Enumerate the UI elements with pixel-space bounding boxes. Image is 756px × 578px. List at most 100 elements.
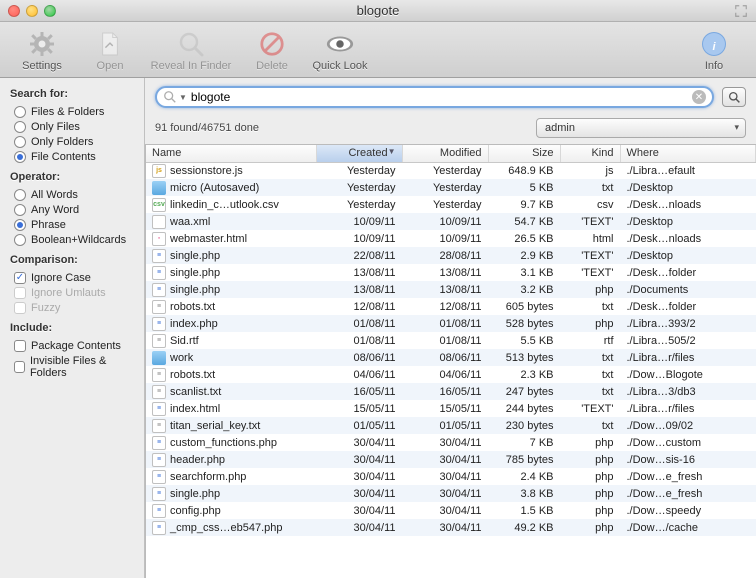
search-go-button[interactable] <box>722 87 746 107</box>
search-menu-arrow-icon[interactable]: ▼ <box>179 93 187 102</box>
cell-kind: txt <box>560 366 620 383</box>
quick-look-button[interactable]: Quick Look <box>308 26 372 76</box>
option-label: All Words <box>31 189 78 201</box>
option-label: Package Contents <box>31 340 121 352</box>
table-row[interactable]: ≡header.php30/04/1130/04/11785 bytesphp.… <box>146 451 756 468</box>
cell-size: 648.9 KB <box>488 162 560 179</box>
table-row[interactable]: ≡robots.txt12/08/1112/08/11605 bytestxt.… <box>146 298 756 315</box>
clear-search-button[interactable]: ✕ <box>692 90 706 104</box>
file-name: single.php <box>170 488 220 500</box>
cell-kind: php <box>560 434 620 451</box>
php-file-icon: ≡ <box>152 453 166 467</box>
table-row[interactable]: ≡single.php13/08/1113/08/113.2 KBphp./Do… <box>146 281 756 298</box>
table-row[interactable]: ≡Sid.rtf01/08/1101/08/115.5 KBrtf./Libra… <box>146 332 756 349</box>
include-option[interactable]: Package Contents <box>14 340 134 352</box>
operator-option[interactable]: Any Word <box>14 204 134 216</box>
cell-where: ./Desk…nloads <box>620 196 756 213</box>
zoom-window-button[interactable] <box>44 5 56 17</box>
cell-where: ./Libra…3/db3 <box>620 383 756 400</box>
search-for-option[interactable]: Only Files <box>14 121 134 133</box>
info-button[interactable]: i Info <box>682 26 746 76</box>
file-name: sessionstore.js <box>170 165 243 177</box>
checkbox-icon <box>14 287 26 299</box>
table-row[interactable]: ≡scanlist.txt16/05/1116/05/11247 bytestx… <box>146 383 756 400</box>
search-for-option[interactable]: Only Folders <box>14 136 134 148</box>
table-row[interactable]: ≡index.html15/05/1115/05/11244 bytes'TEX… <box>146 400 756 417</box>
operator-option[interactable]: All Words <box>14 189 134 201</box>
close-window-button[interactable] <box>8 5 20 17</box>
cell-size: 605 bytes <box>488 298 560 315</box>
cell-created: 22/08/11 <box>316 247 402 264</box>
search-for-option[interactable]: File Contents <box>14 151 134 163</box>
table-row[interactable]: ◦webmaster.html10/09/1110/09/1126.5 KBht… <box>146 230 756 247</box>
comparison-option[interactable]: ✓Ignore Case <box>14 272 134 284</box>
delete-button[interactable]: Delete <box>240 26 304 76</box>
operator-option[interactable]: Phrase <box>14 219 134 231</box>
reveal-in-finder-button[interactable]: Reveal In Finder <box>146 26 236 76</box>
column-header-where[interactable]: Where <box>620 145 756 162</box>
php-file-icon: ≡ <box>152 487 166 501</box>
operator-option[interactable]: Boolean+Wildcards <box>14 234 134 246</box>
cell-size: 54.7 KB <box>488 213 560 230</box>
file-name: single.php <box>170 250 220 262</box>
include-option[interactable]: Invisible Files & Folders <box>14 355 134 379</box>
checkbox-icon <box>14 340 26 352</box>
fullscreen-icon[interactable] <box>734 4 748 18</box>
prohibit-icon <box>257 29 287 59</box>
column-header-name[interactable]: Name <box>146 145 316 162</box>
table-row[interactable]: waa.xml10/09/1110/09/1154.7 KB'TEXT'./De… <box>146 213 756 230</box>
column-header-kind[interactable]: Kind <box>560 145 620 162</box>
table-row[interactable]: ≡searchform.php30/04/1130/04/112.4 KBphp… <box>146 468 756 485</box>
table-row[interactable]: ≡custom_functions.php30/04/1130/04/117 K… <box>146 434 756 451</box>
php-file-icon: ≡ <box>152 266 166 280</box>
search-input[interactable] <box>191 90 692 104</box>
option-label: Fuzzy <box>31 302 60 314</box>
minimize-window-button[interactable] <box>26 5 38 17</box>
table-row[interactable]: ≡titan_serial_key.txt01/05/1101/05/11230… <box>146 417 756 434</box>
option-label: Only Folders <box>31 136 93 148</box>
table-row[interactable]: ≡single.php22/08/1128/08/112.9 KB'TEXT'.… <box>146 247 756 264</box>
cell-where: ./Libra…393/2 <box>620 315 756 332</box>
file-name: _cmp_css…eb547.php <box>170 522 283 534</box>
open-button[interactable]: Open <box>78 26 142 76</box>
cell-modified: 28/08/11 <box>402 247 488 264</box>
column-header-created[interactable]: Created▼ <box>316 145 402 162</box>
settings-button[interactable]: Settings <box>10 26 74 76</box>
magnifier-icon <box>176 29 206 59</box>
table-row[interactable]: ≡index.php01/08/1101/08/11528 bytesphp./… <box>146 315 756 332</box>
table-row[interactable]: ≡config.php30/04/1130/04/111.5 KBphp./Do… <box>146 502 756 519</box>
radio-icon <box>14 136 26 148</box>
table-row[interactable]: jssessionstore.jsYesterdayYesterday648.9… <box>146 162 756 179</box>
table-row[interactable]: ≡single.php30/04/1130/04/113.8 KBphp./Do… <box>146 485 756 502</box>
cell-created: 04/06/11 <box>316 366 402 383</box>
cell-kind: txt <box>560 298 620 315</box>
comparison-option: Fuzzy <box>14 302 134 314</box>
cell-modified: 30/04/11 <box>402 451 488 468</box>
toolbar: Settings Open Reveal In Finder Delete Qu… <box>0 22 756 78</box>
cell-modified: 30/04/11 <box>402 502 488 519</box>
column-header-modified[interactable]: Modified <box>402 145 488 162</box>
search-field[interactable]: ▼ ✕ <box>155 86 714 108</box>
table-row[interactable]: ≡robots.txt04/06/1104/06/112.3 KBtxt./Do… <box>146 366 756 383</box>
folder-file-icon <box>152 351 166 365</box>
cell-size: 3.1 KB <box>488 264 560 281</box>
results-table[interactable]: Name Created▼ Modified Size Kind Where j… <box>145 144 756 578</box>
cell-kind: txt <box>560 417 620 434</box>
file-name: custom_functions.php <box>170 437 277 449</box>
doc-file-icon <box>152 215 166 229</box>
table-row[interactable]: work08/06/1108/06/11513 bytestxt./Libra…… <box>146 349 756 366</box>
file-name: index.php <box>170 318 218 330</box>
include-heading: Include: <box>10 322 134 334</box>
radio-icon <box>14 106 26 118</box>
column-header-size[interactable]: Size <box>488 145 560 162</box>
table-row[interactable]: ≡_cmp_css…eb547.php30/04/1130/04/1149.2 … <box>146 519 756 536</box>
table-row[interactable]: csvlinkedin_c…utlook.csvYesterdayYesterd… <box>146 196 756 213</box>
cell-kind: 'TEXT' <box>560 247 620 264</box>
status-text: 91 found/46751 done <box>155 122 528 134</box>
search-for-option[interactable]: Files & Folders <box>14 106 134 118</box>
cell-where: ./Dow…speedy <box>620 502 756 519</box>
table-row[interactable]: ≡single.php13/08/1113/08/113.1 KB'TEXT'.… <box>146 264 756 281</box>
scope-popup[interactable]: admin <box>536 118 746 138</box>
table-row[interactable]: micro (Autosaved)YesterdayYesterday5 KBt… <box>146 179 756 196</box>
rtf-file-icon: ≡ <box>152 334 166 348</box>
